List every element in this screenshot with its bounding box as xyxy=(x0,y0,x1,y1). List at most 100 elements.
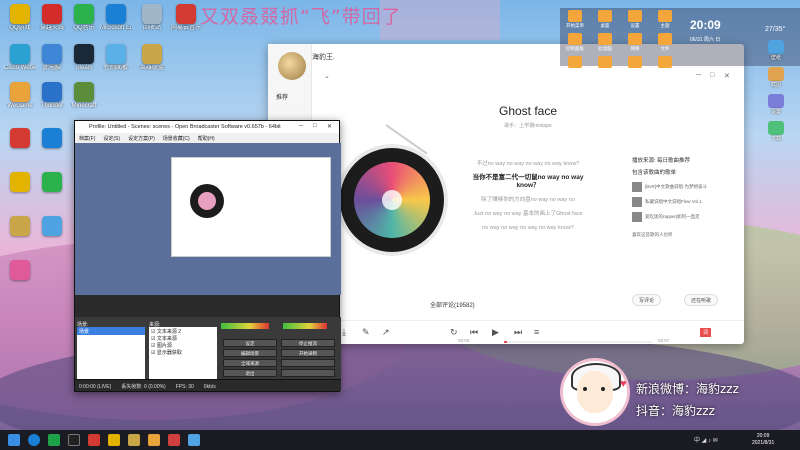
playlist-icon[interactable]: ≡ xyxy=(534,327,539,337)
desktop-icon[interactable]: Thunder xyxy=(36,82,68,110)
obs-button[interactable] xyxy=(281,359,335,367)
listening-button[interactable]: 还在听歌 xyxy=(684,294,719,306)
widget-shortcut[interactable]: 开始菜单 xyxy=(561,10,589,29)
edge-taskbar-icon[interactable] xyxy=(28,434,40,446)
music-taskbar-icon[interactable] xyxy=(168,434,180,446)
scene-list[interactable]: 场景 xyxy=(77,327,145,379)
game-taskbar-icon[interactable] xyxy=(128,434,140,446)
widget-shortcut[interactable]: 浏览器 xyxy=(561,56,589,75)
obs-menu-item[interactable]: 设定方案(P) xyxy=(128,136,155,142)
desktop-icon[interactable]: 此电脑 xyxy=(36,44,68,72)
app-taskbar-icon[interactable] xyxy=(48,434,60,446)
netease-taskbar-icon[interactable] xyxy=(88,434,100,446)
taskbar-clock[interactable]: 20:09 2021/8/31 xyxy=(752,433,774,447)
widget-shortcut[interactable]: 相册 xyxy=(621,56,649,75)
desktop-icon[interactable]: 穿越火线 xyxy=(36,4,68,32)
obs-button[interactable]: 退出 xyxy=(223,369,277,377)
desktop-icon[interactable] xyxy=(4,172,36,192)
loop-icon[interactable]: ↻ xyxy=(450,327,458,338)
obs-close-icon[interactable]: ✕ xyxy=(327,123,332,130)
files-taskbar-icon[interactable] xyxy=(148,434,160,446)
obs-button[interactable]: 编辑场景 xyxy=(223,349,277,357)
desktop-icon[interactable]: 英雄联盟 xyxy=(136,44,168,72)
widget-shortcut[interactable]: 设置 xyxy=(621,10,649,29)
widget-shortcut[interactable]: 音乐 xyxy=(591,56,619,75)
comment-icon[interactable]: ✎ xyxy=(362,327,370,338)
user-avatar[interactable] xyxy=(278,52,306,80)
share-icon[interactable]: ↗ xyxy=(382,327,390,338)
desktop-icon[interactable] xyxy=(36,172,68,192)
source-item[interactable]: 文本来源 xyxy=(151,336,215,343)
source-item[interactable]: 文本来源 2 xyxy=(151,329,215,336)
widget-shortcut[interactable]: 控制面板 xyxy=(561,33,589,52)
widget-shortcut[interactable]: 文件 xyxy=(651,33,679,52)
browser-taskbar-icon[interactable] xyxy=(188,434,200,446)
maximize-icon[interactable]: □ xyxy=(710,72,714,79)
obs-taskbar-icon[interactable] xyxy=(68,434,80,446)
playlist-item[interactable]: [BvR]中文歌曲说唱-为梦想奋斗 xyxy=(632,182,732,192)
obs-menu-item[interactable]: 档案(F) xyxy=(79,136,95,142)
start-icon[interactable] xyxy=(8,434,20,446)
desktop-icon[interactable]: Cisco Webex xyxy=(4,44,36,72)
widget-shortcut[interactable]: 桌面 xyxy=(591,10,619,29)
lyric-button[interactable]: 词 xyxy=(700,328,712,337)
obs-menu-item[interactable]: 设定(S) xyxy=(103,136,120,142)
comments-label[interactable]: 全部评论(19582) xyxy=(430,300,475,309)
write-comment-button[interactable]: 写评论 xyxy=(632,294,662,306)
widget-shortcut[interactable]: 此电脑 xyxy=(591,33,619,52)
next-icon[interactable]: ⏭ xyxy=(514,327,522,338)
desktop-icon[interactable] xyxy=(4,260,36,280)
chevron-down-icon[interactable]: ⌄ xyxy=(324,72,330,80)
desktop-icon[interactable]: 网易云音乐 xyxy=(170,4,202,32)
obs-button[interactable]: 停止推流 xyxy=(281,339,335,347)
desktop-icon[interactable]: 下载 xyxy=(760,121,792,142)
play-icon[interactable]: ▶ xyxy=(492,327,499,338)
desktop-icon[interactable]: 壁纸 xyxy=(760,40,792,61)
nav-recommend[interactable]: 推荐 xyxy=(276,92,288,101)
obs-window[interactable]: Profile: Untitled - Scenes: scenes - Ope… xyxy=(74,120,341,392)
folder-taskbar-icon[interactable] xyxy=(108,434,120,446)
desktop-icon[interactable]: Microsoft Edge xyxy=(100,4,132,32)
download-icon[interactable]: ⤓ xyxy=(342,327,346,338)
desktop-icon[interactable]: 截图 xyxy=(760,67,792,88)
desktop-volume-bar[interactable] xyxy=(283,323,327,329)
obs-menu-item[interactable]: 场景收藏(C) xyxy=(163,136,190,142)
song-artist[interactable]: 歌手：上学期mixtape xyxy=(448,122,608,129)
obs-button[interactable]: 开始录制 xyxy=(281,349,335,357)
desktop-icon[interactable]: 控制面板 xyxy=(100,44,132,72)
desktop-icon[interactable]: QQ音乐 xyxy=(68,4,100,32)
widget-shortcut[interactable]: 网络 xyxy=(621,33,649,52)
obs-button[interactable]: 设定 xyxy=(223,339,277,347)
desktop-icon[interactable]: 设置 xyxy=(760,94,792,115)
desktop-icon[interactable]: QQ游戏 xyxy=(4,4,36,32)
prev-icon[interactable]: ⏮ xyxy=(470,327,478,338)
desktop-icon[interactable] xyxy=(36,128,68,148)
obs-maximize-icon[interactable]: □ xyxy=(313,123,317,129)
obs-menu-item[interactable]: 帮助(H) xyxy=(198,136,215,142)
close-icon[interactable]: ✕ xyxy=(724,72,730,80)
desktop-icon[interactable] xyxy=(4,128,36,148)
source-item[interactable]: 显示器获取 xyxy=(151,350,215,357)
source-item[interactable]: 图片源 xyxy=(151,343,215,350)
desktop-icon[interactable]: 回收站 xyxy=(136,4,168,32)
widget-shortcut[interactable]: 主题 xyxy=(651,10,679,29)
system-tray[interactable]: 中 ◢ ♪ ✉ xyxy=(694,435,718,444)
minimize-icon[interactable]: ─ xyxy=(696,72,701,79)
desktop-icon[interactable]: WeGame xyxy=(4,82,36,110)
desktop-icon[interactable]: Minecraft xyxy=(68,82,100,110)
scene-item[interactable]: 场景 xyxy=(77,327,145,335)
source-list[interactable]: 文本来源 2文本来源图片源显示器获取 xyxy=(149,327,217,379)
widget-shortcut[interactable]: 回收站 xyxy=(651,56,679,75)
playlist-item[interactable]: 爱吃饭的rapper|如何一直走 xyxy=(632,212,732,222)
obs-button[interactable]: 全域来源 xyxy=(223,359,277,367)
playlist-item[interactable]: 私藏说唱中文说唱Flow Vol.1 xyxy=(632,197,732,207)
obs-button[interactable] xyxy=(281,369,335,377)
recommend-more[interactable]: 喜欢这首歌的人也听 xyxy=(632,232,732,238)
mic-volume-bar[interactable] xyxy=(221,323,269,329)
user-nickname[interactable]: 海豹王. xyxy=(312,52,335,62)
desktop-icon[interactable] xyxy=(4,216,36,236)
desktop-icon[interactable]: Steam xyxy=(68,44,100,72)
progress-bar[interactable] xyxy=(504,341,652,343)
obs-minimize-icon[interactable]: ─ xyxy=(299,123,303,129)
desktop-icon[interactable] xyxy=(36,216,68,236)
